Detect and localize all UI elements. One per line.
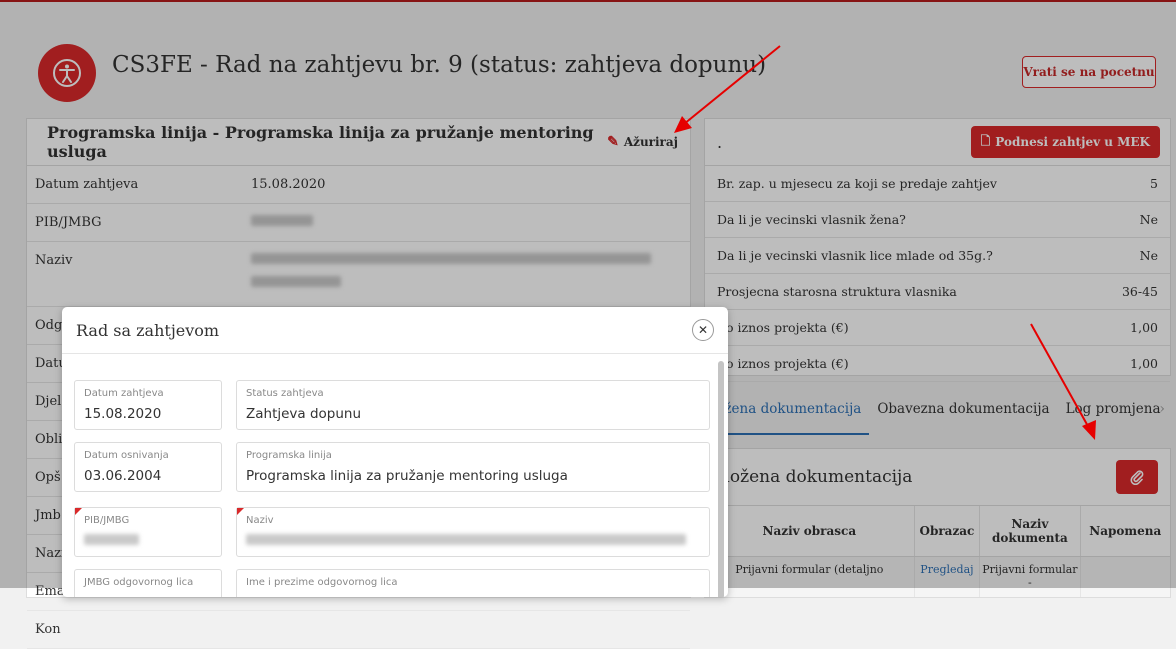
field-label: PIB/JMBG bbox=[84, 515, 130, 526]
field-value: Zahtjeva dopunu bbox=[246, 406, 362, 422]
program-line-field[interactable]: Programska linija Programska linija za p… bbox=[236, 442, 710, 492]
name-field[interactable]: Naziv bbox=[236, 507, 710, 557]
redacted-value bbox=[246, 533, 686, 549]
responsible-jmbg-field[interactable]: JMBG odgovornog lica bbox=[74, 569, 222, 597]
field-value: 15.08.2020 bbox=[84, 406, 162, 422]
field-label: Naziv bbox=[246, 515, 274, 526]
field-label: Programska linija bbox=[246, 450, 332, 461]
request-date-field[interactable]: Datum zahtjeva 15.08.2020 bbox=[74, 380, 222, 430]
field-label: Datum zahtjeva bbox=[84, 388, 164, 399]
detail-row: Kon bbox=[27, 611, 690, 649]
modal-header: Rad sa zahtjevom ✕ bbox=[62, 307, 728, 354]
request-work-modal: Rad sa zahtjevom ✕ Datum zahtjeva 15.08.… bbox=[62, 307, 728, 597]
field-value: Programska linija za pružanje mentoring … bbox=[246, 468, 568, 484]
request-status-field[interactable]: Status zahtjeva Zahtjeva dopunu bbox=[236, 380, 710, 430]
field-label: Ime i prezime odgovornog lica bbox=[246, 577, 398, 588]
field-label: Status zahtjeva bbox=[246, 388, 324, 399]
field-label: Datum osnivanja bbox=[84, 450, 169, 461]
field-value: 03.06.2004 bbox=[84, 468, 162, 484]
modal-title: Rad sa zahtjevom bbox=[76, 320, 220, 340]
field-label: JMBG odgovornog lica bbox=[84, 577, 194, 588]
detail-key: Kon bbox=[35, 622, 61, 637]
redacted-value bbox=[84, 533, 139, 549]
modal-scrollbar[interactable] bbox=[718, 361, 724, 597]
pib-jmbg-field[interactable]: PIB/JMBG bbox=[74, 507, 222, 557]
responsible-name-field[interactable]: Ime i prezime odgovornog lica bbox=[236, 569, 710, 597]
founding-date-field[interactable]: Datum osnivanja 03.06.2004 bbox=[74, 442, 222, 492]
close-icon[interactable]: ✕ bbox=[692, 319, 714, 341]
